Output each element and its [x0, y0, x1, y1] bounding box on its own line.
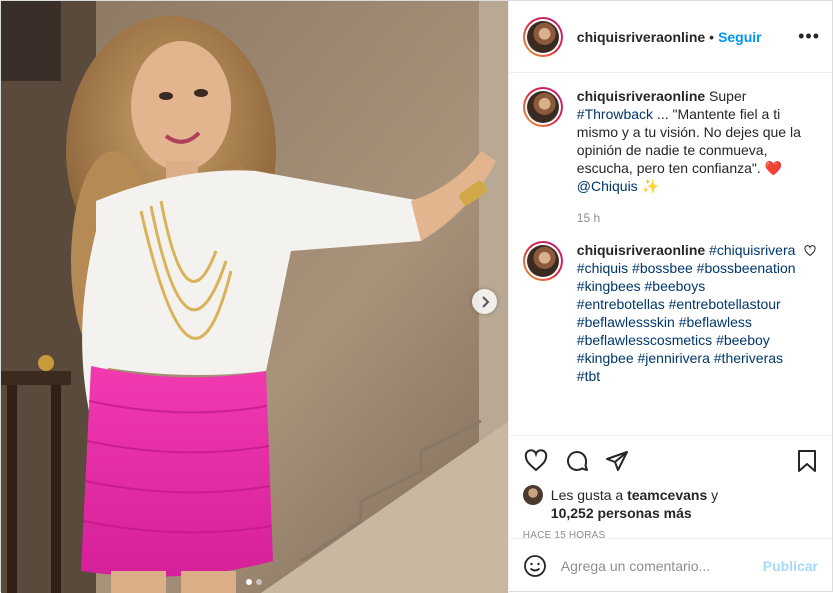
liker-avatar[interactable] [522, 485, 543, 505]
comment-hashtag[interactable]: #entrebotellastour [669, 296, 781, 312]
likes-prefix: Les gusta a [550, 487, 628, 503]
likes-user[interactable]: teamcevans [627, 487, 707, 503]
action-icons [523, 446, 818, 476]
comment-like-heart-icon[interactable] [804, 245, 816, 257]
likes-count[interactable]: 10,252 personas más [551, 505, 692, 521]
comment-hashtag[interactable]: #jennirivera [638, 350, 710, 366]
carousel-dot-active [246, 579, 253, 585]
comment-hashtag[interactable]: #beflawlesscosmetics [577, 332, 712, 348]
carousel-dots [1, 579, 508, 585]
add-comment-bar: Publicar [508, 538, 832, 593]
caption-mention[interactable]: @Chiquis [577, 178, 638, 194]
comments-area: chiquisriveraonline Super #Throwback ...… [509, 73, 832, 435]
chevron-right-icon [481, 295, 489, 308]
comment-hashtag[interactable]: #beflawlessskin [577, 314, 675, 330]
comment-hashtag[interactable]: #kingbees [577, 278, 641, 294]
caption-hashtag[interactable]: #Throwback [577, 106, 653, 122]
paper-plane-icon [605, 451, 628, 471]
comment-hashtag[interactable]: #beflawless [679, 314, 752, 330]
comment-username[interactable]: chiquisriveraonline [577, 242, 705, 258]
caption-username[interactable]: chiquisriveraonline [577, 88, 705, 104]
share-button[interactable] [605, 449, 629, 473]
save-button[interactable] [796, 449, 818, 473]
carousel-dot [256, 579, 263, 585]
comment-hashtags: #chiquisrivera #chiquis #bossbee #bossbe… [577, 242, 796, 384]
comment-avatar[interactable] [522, 241, 563, 281]
comment-input[interactable] [560, 558, 763, 574]
comment-hashtag[interactable]: #chiquis [577, 260, 628, 276]
follow-button[interactable]: Seguir [718, 29, 762, 45]
comment-hashtag[interactable]: #kingbee [577, 350, 634, 366]
comment-hashtag[interactable]: #entrebotellas [577, 296, 665, 312]
comment-hashtag[interactable]: #theriveras [714, 350, 783, 366]
post-media[interactable] [1, 1, 508, 593]
carousel-next-button[interactable] [472, 289, 497, 314]
comment-button[interactable] [565, 449, 589, 473]
comment-hashtag[interactable]: #beeboys [645, 278, 706, 294]
post-photo [1, 1, 508, 593]
publish-button[interactable]: Publicar [763, 558, 818, 574]
likes-text: Les gusta a teamcevans y 10,252 personas… [551, 486, 718, 522]
sparkle-emoji: ✨ [641, 178, 660, 194]
caption-time[interactable]: 15 h [577, 209, 816, 227]
heart-icon [524, 449, 547, 472]
comment-hashtag[interactable]: #chiquisrivera [709, 242, 795, 258]
comment-hashtag[interactable]: #tbt [577, 368, 600, 384]
emoji-button[interactable] [523, 554, 547, 578]
caption-avatar[interactable] [522, 87, 563, 127]
post-actions: Les gusta a teamcevans y 10,252 personas… [508, 435, 832, 593]
instagram-post: chiquisriveraonline • Seguir ••• chiquis… [0, 0, 833, 593]
comment-hashtag[interactable]: #bossbee [632, 260, 693, 276]
bookmark-icon [798, 450, 816, 472]
comment-hashtag[interactable]: #beeboy [716, 332, 770, 348]
likes-middle: y [707, 487, 719, 503]
caption-text-1: Super [705, 88, 747, 104]
more-options-icon[interactable]: ••• [798, 26, 820, 47]
header-username[interactable]: chiquisriveraonline [577, 29, 705, 45]
comment-bubble-icon [566, 451, 588, 471]
comment-hashtag[interactable]: #bossbeenation [697, 260, 796, 276]
like-button[interactable] [523, 449, 549, 473]
post-side-panel: chiquisriveraonline • Seguir ••• chiquis… [507, 1, 832, 593]
post-header: chiquisriveraonline • Seguir ••• [508, 1, 832, 73]
likes-line: Les gusta a teamcevans y 10,252 personas… [522, 485, 818, 522]
caption: chiquisriveraonline Super #Throwback ...… [522, 87, 816, 227]
heart-emoji: ❤️ [764, 160, 783, 176]
comment: chiquisriveraonline #chiquisrivera #chiq… [522, 241, 816, 385]
comment-body: chiquisriveraonline #chiquisrivera #chiq… [577, 241, 796, 385]
header-separator: • [709, 28, 715, 45]
caption-body: chiquisriveraonline Super #Throwback ...… [577, 87, 816, 227]
avatar[interactable] [522, 16, 563, 57]
smiley-icon [523, 555, 546, 577]
